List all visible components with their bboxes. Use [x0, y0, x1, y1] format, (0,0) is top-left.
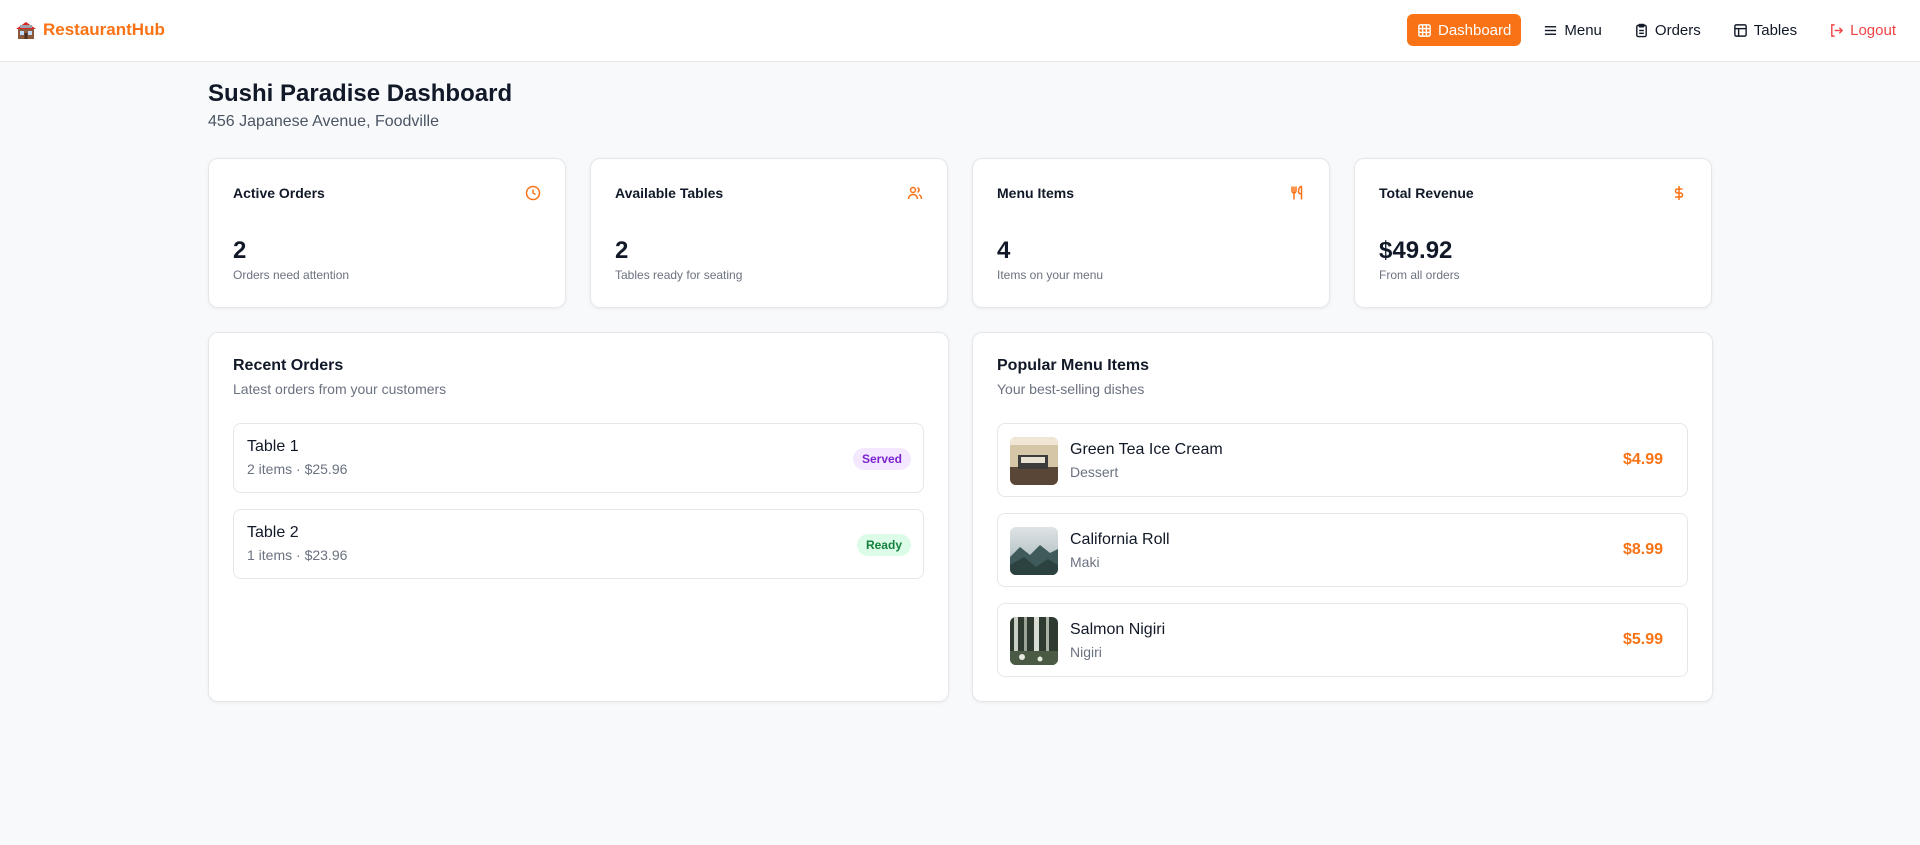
- brand-link[interactable]: RestaurantHub: [15, 19, 165, 41]
- status-badge: Served: [852, 448, 911, 470]
- menu-item-price: $8.99: [1622, 541, 1663, 558]
- menu-item-photo: [1010, 437, 1058, 485]
- menu-item-category: Dessert: [1070, 464, 1119, 480]
- menu-item-name: California Roll: [1070, 531, 1170, 548]
- order-row[interactable]: Table 2 1 items · $23.96 Ready: [233, 509, 924, 579]
- stat-note: From all orders: [1379, 268, 1460, 282]
- menu-item-row[interactable]: California Roll Maki $8.99: [997, 513, 1688, 587]
- stat-note: Orders need attention: [233, 268, 350, 282]
- nav-logout-label: Logout: [1850, 21, 1896, 39]
- stat-title: Active Orders: [233, 185, 325, 201]
- main-nav: Dashboard Menu Orders Tables Logout: [1406, 14, 1906, 46]
- nav-tables-label: Tables: [1753, 21, 1798, 39]
- hamburger-menu-icon: [1545, 25, 1557, 35]
- menu-item-photo: [1010, 617, 1058, 665]
- stat-card-menu-items: Menu Items 4 Items on your menu: [972, 158, 1330, 308]
- menu-item-price: $4.99: [1622, 451, 1663, 468]
- order-table-name: Table 1: [247, 438, 299, 455]
- panel-subtitle: Your best-selling dishes: [997, 381, 1145, 397]
- dollar-icon: [1674, 186, 1684, 200]
- restaurant-address: 456 Japanese Avenue, Foodville: [208, 113, 439, 130]
- recent-orders-panel: Recent Orders Latest orders from your cu…: [208, 332, 949, 702]
- panel-subtitle: Latest orders from your customers: [233, 381, 447, 397]
- menu-item-row[interactable]: Green Tea Ice Cream Dessert $4.99: [997, 423, 1688, 497]
- restaurant-building-icon: [15, 19, 37, 41]
- stat-card-active-orders: Active Orders 2 Orders need attention: [208, 158, 566, 308]
- table-icon: [1733, 23, 1747, 37]
- nav-logout[interactable]: Logout: [1819, 14, 1906, 46]
- stat-card-total-revenue: Total Revenue $49.92 From all orders: [1354, 158, 1712, 308]
- users-icon: [907, 186, 923, 200]
- panel-title: Popular Menu Items: [997, 357, 1150, 374]
- menu-item-price: $5.99: [1622, 631, 1663, 648]
- stat-note: Tables ready for seating: [615, 268, 743, 282]
- page-title: Sushi Paradise Dashboard: [208, 80, 513, 107]
- stat-value: 4: [997, 237, 1011, 264]
- utensils-icon: [1291, 185, 1303, 200]
- nav-orders-label: Orders: [1654, 21, 1701, 39]
- logout-icon: [1831, 23, 1844, 37]
- stat-title: Total Revenue: [1379, 185, 1474, 201]
- order-meta: 1 items · $23.96: [247, 547, 348, 563]
- popular-items-panel: Popular Menu Items Your best-selling dis…: [972, 332, 1713, 702]
- stat-value: $49.92: [1379, 237, 1453, 264]
- order-table-name: Table 2: [247, 524, 299, 541]
- stat-note: Items on your menu: [997, 268, 1104, 282]
- menu-item-row[interactable]: Salmon Nigiri Nigiri $5.99: [997, 603, 1688, 677]
- stat-card-available-tables: Available Tables 2 Tables ready for seat…: [590, 158, 948, 308]
- stat-title: Available Tables: [615, 185, 724, 201]
- menu-item-category: Nigiri: [1070, 644, 1102, 660]
- nav-dashboard[interactable]: Dashboard: [1406, 14, 1522, 46]
- grid-icon: [1418, 23, 1431, 37]
- nav-menu[interactable]: Menu: [1533, 14, 1612, 46]
- stat-value: 2: [233, 237, 247, 264]
- status-badge: Ready: [856, 534, 911, 556]
- top-navbar: RestaurantHub Dashboard Menu Orders Tabl…: [0, 0, 1920, 62]
- nav-dashboard-label: Dashboard: [1437, 21, 1512, 39]
- brand-name: RestaurantHub: [43, 20, 165, 39]
- stat-title: Menu Items: [997, 185, 1075, 201]
- menu-item-category: Maki: [1070, 554, 1100, 570]
- nav-tables[interactable]: Tables: [1723, 14, 1807, 46]
- order-meta: 2 items · $25.96: [247, 461, 348, 477]
- clipboard-icon: [1636, 23, 1647, 37]
- clock-icon: [525, 185, 541, 201]
- stat-value: 2: [615, 237, 629, 264]
- order-row[interactable]: Table 1 2 items · $25.96 Served: [233, 423, 924, 493]
- panel-title: Recent Orders: [233, 357, 344, 374]
- menu-item-name: Salmon Nigiri: [1070, 621, 1166, 638]
- nav-orders[interactable]: Orders: [1624, 14, 1711, 46]
- menu-item-name: Green Tea Ice Cream: [1070, 441, 1223, 458]
- nav-menu-label: Menu: [1564, 21, 1602, 39]
- menu-item-photo: [1010, 527, 1058, 575]
